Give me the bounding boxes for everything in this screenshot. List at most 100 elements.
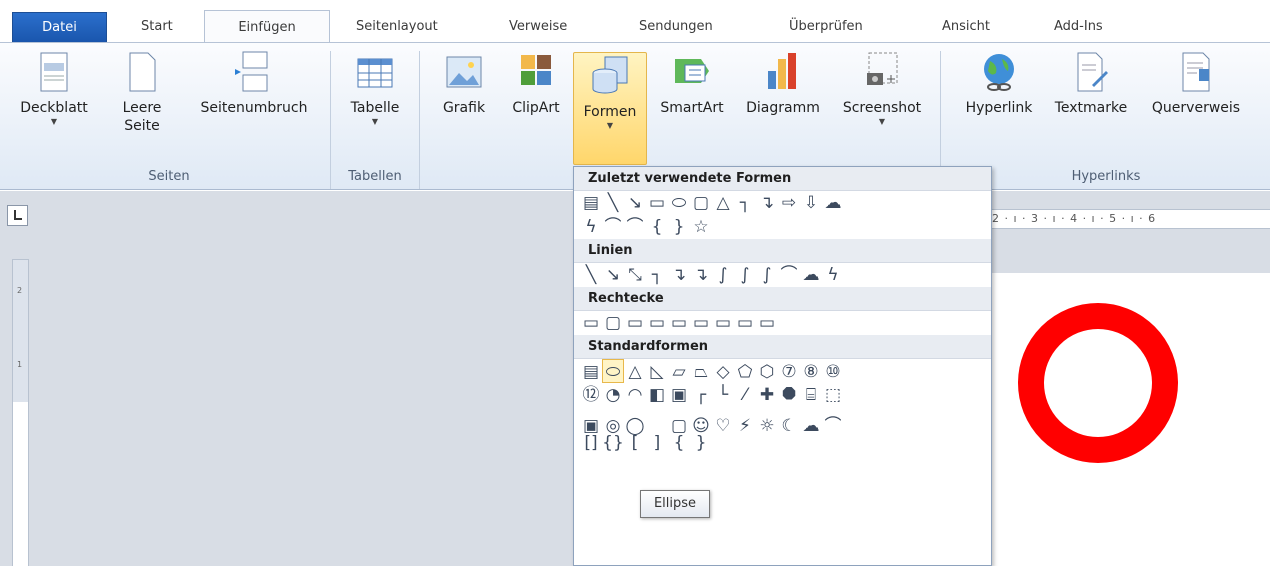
pie-icon[interactable]: ◔ — [602, 383, 624, 407]
left-bracket-icon[interactable]: [ — [624, 431, 646, 455]
snip-diagonal-rectangle-icon[interactable]: ▭ — [668, 311, 690, 335]
freeform-icon[interactable]: ☁ — [822, 191, 844, 215]
tab-datei[interactable]: Datei — [12, 12, 107, 42]
elbow-arrow-connector-icon[interactable]: ↴ — [668, 263, 690, 287]
right-brace-icon[interactable]: } — [668, 215, 690, 239]
seitenumbruch-button[interactable]: Seitenumbruch — [184, 49, 324, 117]
clipart-button[interactable]: ClipArt — [505, 49, 567, 117]
left-brace-icon[interactable]: { — [668, 431, 690, 455]
diagonal-stripe-icon[interactable]: ⁄ — [734, 383, 756, 407]
arrow-line-icon[interactable]: ↘ — [624, 191, 646, 215]
snip-corner-rectangle-icon[interactable]: ▭ — [624, 311, 646, 335]
dodecagon-icon[interactable]: ⑫ — [580, 383, 602, 407]
curve-icon[interactable]: ⌒ — [624, 215, 646, 239]
arrow-line-icon[interactable]: ↘ — [602, 263, 624, 287]
snip-round-rectangle-icon[interactable]: ▭ — [690, 311, 712, 335]
line-icon[interactable]: ╲ — [580, 263, 602, 287]
leere-seite-button[interactable]: Leere Seite — [117, 49, 167, 135]
half-frame-icon[interactable]: ┌ — [690, 383, 712, 407]
tab-einfuegen[interactable]: Einfügen — [204, 10, 330, 43]
parallelogram-icon[interactable]: ▱ — [668, 360, 690, 384]
double-bracket-icon[interactable]: [] — [580, 431, 602, 455]
tab-seitenlayout[interactable]: Seitenlayout — [342, 10, 452, 43]
left-brace-icon[interactable]: { — [646, 215, 668, 239]
scribble-icon[interactable]: ϟ — [580, 215, 602, 239]
teardrop-icon[interactable]: ◧ — [646, 383, 668, 407]
rounded-rectangle-icon[interactable]: ▢ — [690, 191, 712, 215]
textbox-icon[interactable]: ▤ — [580, 191, 602, 215]
curved-connector-icon[interactable]: ∫ — [712, 263, 734, 287]
document-page[interactable] — [988, 273, 1270, 566]
arc-icon[interactable]: ⌒ — [602, 215, 624, 239]
elbow-connector-icon[interactable]: ┐ — [734, 191, 756, 215]
round-corner-rectangle-icon[interactable]: ▭ — [712, 311, 734, 335]
right-triangle-icon[interactable]: ◺ — [646, 360, 668, 384]
red-ring-shape[interactable] — [1018, 303, 1178, 463]
elbow-double-arrow-icon[interactable]: ↴ — [690, 263, 712, 287]
cross-icon[interactable]: ✚ — [756, 383, 778, 407]
curved-double-arrow-icon[interactable]: ∫ — [756, 263, 778, 287]
tab-verweise[interactable]: Verweise — [495, 10, 581, 43]
curved-arrow-connector-icon[interactable]: ∫ — [734, 263, 756, 287]
diagramm-button[interactable]: Diagramm — [736, 49, 830, 117]
tab-sendungen[interactable]: Sendungen — [625, 10, 727, 43]
querverweis-button[interactable]: Querverweis — [1140, 49, 1252, 117]
arc-icon[interactable]: ⌒ — [822, 414, 844, 438]
triangle-icon[interactable]: △ — [624, 360, 646, 384]
textmarke-button[interactable]: Textmarke — [1046, 49, 1136, 117]
trapezoid-icon[interactable]: ⏢ — [690, 360, 712, 384]
cube-icon[interactable]: ⬚ — [822, 383, 844, 407]
elbow-connector-icon[interactable]: ┐ — [646, 263, 668, 287]
smartart-button[interactable]: SmartArt — [651, 49, 733, 117]
l-shape-icon[interactable]: └ — [712, 383, 734, 407]
hyperlink-button[interactable]: Hyperlink — [954, 49, 1044, 117]
rectangle-icon[interactable]: ▭ — [646, 191, 668, 215]
horizontal-ruler[interactable]: 2 · ı · 3 · ı · 4 · ı · 5 · ı · 6 — [988, 209, 1270, 229]
plaque-icon[interactable]: ⯃ — [778, 383, 800, 407]
hexagon-icon[interactable]: ⬡ — [756, 360, 778, 384]
moon-icon[interactable]: ☾ — [778, 414, 800, 438]
grafik-button[interactable]: Grafik — [436, 49, 492, 117]
tab-start[interactable]: Start — [127, 10, 187, 43]
heptagon-icon[interactable]: ⑦ — [778, 360, 800, 384]
block-arc-icon[interactable] — [646, 407, 668, 431]
curve-icon[interactable]: ⌒ — [778, 263, 800, 287]
frame-icon[interactable]: ▣ — [668, 383, 690, 407]
screenshot-button[interactable]: Screenshot ▼ — [832, 49, 932, 127]
double-brace-icon[interactable]: {} — [602, 431, 624, 455]
chord-icon[interactable]: ◠ — [624, 383, 646, 407]
double-arrow-line-icon[interactable]: ⤡ — [624, 263, 646, 287]
round-same-side-rectangle-icon[interactable]: ▭ — [734, 311, 756, 335]
right-bracket-icon[interactable]: ] — [646, 431, 668, 455]
snip-same-side-rectangle-icon[interactable]: ▭ — [646, 311, 668, 335]
elbow-arrow-connector-icon[interactable]: ↴ — [756, 191, 778, 215]
diamond-icon[interactable]: ◇ — [712, 360, 734, 384]
tabelle-button[interactable]: Tabelle ▼ — [340, 49, 410, 127]
freeform-icon[interactable]: ☁ — [800, 263, 822, 287]
right-brace-icon[interactable]: } — [690, 431, 712, 455]
oval-icon[interactable]: ⬭ — [668, 191, 690, 215]
rounded-rectangle-icon[interactable]: ▢ — [602, 311, 624, 335]
rectangle-icon[interactable]: ▭ — [580, 311, 602, 335]
triangle-icon[interactable]: △ — [712, 191, 734, 215]
deckblatt-button[interactable]: Deckblatt ▼ — [14, 49, 94, 127]
round-diagonal-rectangle-icon[interactable]: ▭ — [756, 311, 778, 335]
lightning-bolt-icon[interactable]: ⚡ — [734, 414, 756, 438]
scribble-icon[interactable]: ϟ — [822, 263, 844, 287]
ellipse-icon[interactable]: ⬭ — [602, 359, 624, 383]
vertical-ruler[interactable]: 2 1 — [12, 259, 29, 566]
tab-ueberpruefen[interactable]: Überprüfen — [775, 10, 877, 43]
tab-ansicht[interactable]: Ansicht — [928, 10, 1004, 43]
sun-icon[interactable]: ☼ — [756, 414, 778, 438]
pentagon-icon[interactable]: ⬠ — [734, 360, 756, 384]
line-icon[interactable]: ╲ — [602, 191, 624, 215]
tab-stop-selector[interactable] — [7, 205, 28, 226]
decagon-icon[interactable]: ⑩ — [822, 360, 844, 384]
down-arrow-icon[interactable]: ⇩ — [800, 191, 822, 215]
formen-button[interactable]: Formen ▼ — [573, 52, 647, 165]
textbox-icon[interactable]: ▤ — [580, 360, 602, 384]
can-icon[interactable]: ⌸ — [800, 383, 822, 407]
heart-icon[interactable]: ♡ — [712, 414, 734, 438]
tab-add-ins[interactable]: Add-Ins — [1040, 10, 1117, 43]
octagon-icon[interactable]: ⑧ — [800, 360, 822, 384]
